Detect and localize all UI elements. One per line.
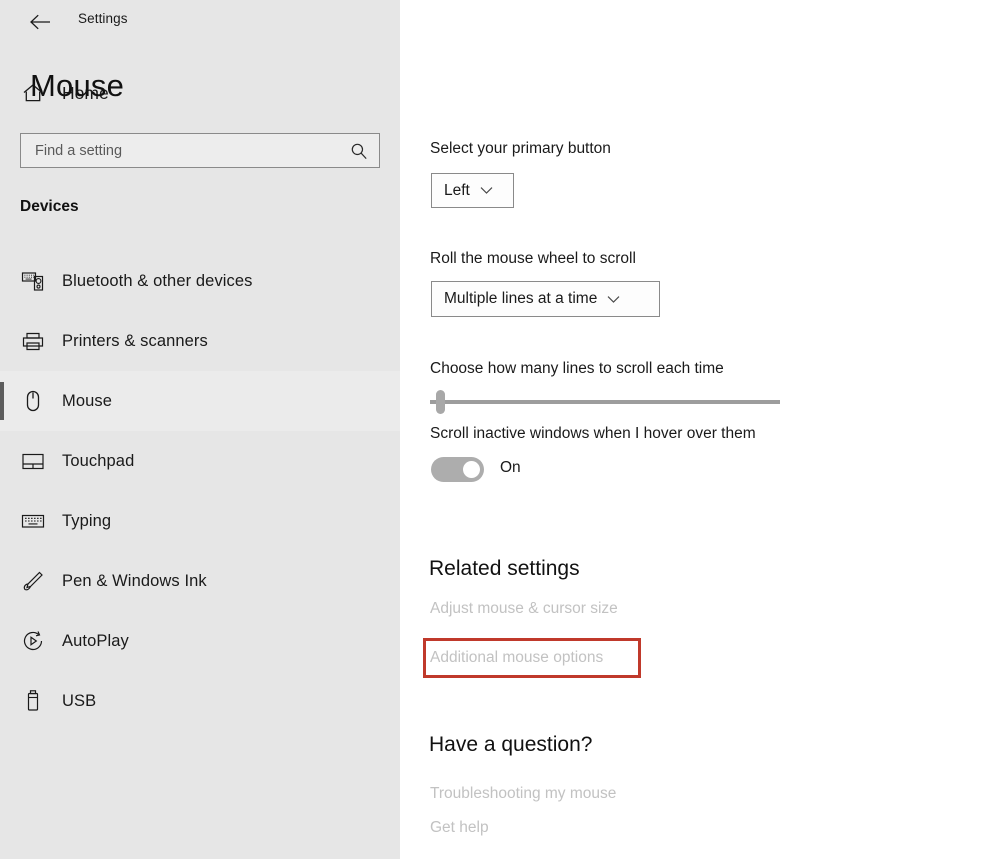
search-box[interactable] bbox=[20, 133, 380, 168]
sidebar-item-label: Typing bbox=[62, 511, 112, 530]
sidebar-item-label: USB bbox=[62, 691, 97, 710]
usb-icon bbox=[18, 689, 48, 713]
app-title: Settings bbox=[78, 11, 128, 26]
sidebar-item-label: Pen & Windows Ink bbox=[62, 571, 207, 590]
related-settings-heading: Related settings bbox=[429, 557, 580, 580]
bluetooth-devices-icon bbox=[18, 269, 48, 293]
sidebar-item-label: Mouse bbox=[62, 391, 113, 410]
keyboard-icon bbox=[18, 512, 48, 530]
sidebar-item-label: Printers & scanners bbox=[62, 331, 208, 350]
sidebar-item-autoplay[interactable]: AutoPlay bbox=[0, 611, 400, 671]
page-title: Mouse bbox=[30, 68, 125, 103]
sidebar-item-typing[interactable]: Typing bbox=[0, 491, 400, 551]
wheel-scroll-value: Multiple lines at a time bbox=[444, 290, 598, 307]
touchpad-icon bbox=[18, 451, 48, 471]
sidebar-section-devices: Devices bbox=[20, 198, 79, 215]
toggle-knob bbox=[463, 461, 480, 478]
sidebar-item-usb[interactable]: USB bbox=[0, 671, 400, 731]
sidebar-item-label: Bluetooth & other devices bbox=[62, 271, 253, 290]
primary-button-value: Left bbox=[444, 181, 470, 199]
slider-thumb[interactable] bbox=[436, 390, 445, 414]
sidebar-item-label: Touchpad bbox=[62, 451, 135, 470]
title-bar: Settings bbox=[0, 0, 400, 46]
mouse-icon bbox=[18, 389, 48, 413]
sidebar-item-printers-scanners[interactable]: Printers & scanners bbox=[0, 311, 400, 371]
chevron-down-icon bbox=[607, 295, 620, 304]
link-additional-mouse-options[interactable]: Additional mouse options bbox=[430, 649, 603, 667]
slider-track bbox=[430, 400, 780, 404]
autoplay-icon bbox=[18, 629, 48, 653]
have-a-question-heading: Have a question? bbox=[429, 733, 593, 756]
lines-to-scroll-slider[interactable] bbox=[430, 390, 780, 414]
sidebar-nav: Bluetooth & other devices Printers & sca… bbox=[0, 251, 400, 731]
sidebar-item-bluetooth-other-devices[interactable]: Bluetooth & other devices bbox=[0, 251, 400, 311]
lines-slider-label: Choose how many lines to scroll each tim… bbox=[430, 360, 724, 377]
inactive-scroll-state: On bbox=[500, 459, 521, 476]
settings-window: Settings Home Devices bbox=[0, 0, 993, 859]
sidebar-item-touchpad[interactable]: Touchpad bbox=[0, 431, 400, 491]
search-input[interactable] bbox=[21, 134, 339, 167]
pen-icon bbox=[18, 569, 48, 593]
search-icon[interactable] bbox=[339, 134, 379, 167]
printer-icon bbox=[18, 330, 48, 352]
primary-button-select[interactable]: Left bbox=[431, 173, 514, 208]
sidebar-item-label: AutoPlay bbox=[62, 631, 129, 650]
back-arrow-icon[interactable] bbox=[22, 6, 58, 38]
primary-button-label: Select your primary button bbox=[430, 140, 611, 157]
link-adjust-mouse-cursor-size[interactable]: Adjust mouse & cursor size bbox=[430, 600, 618, 618]
sidebar-item-pen-windows-ink[interactable]: Pen & Windows Ink bbox=[0, 551, 400, 611]
inactive-scroll-toggle[interactable] bbox=[431, 457, 484, 482]
chevron-down-icon bbox=[480, 186, 493, 195]
wheel-scroll-label: Roll the mouse wheel to scroll bbox=[430, 250, 636, 267]
link-troubleshooting-my-mouse[interactable]: Troubleshooting my mouse bbox=[430, 785, 616, 803]
inactive-scroll-label: Scroll inactive windows when I hover ove… bbox=[430, 425, 756, 442]
sidebar-item-mouse[interactable]: Mouse bbox=[0, 371, 400, 431]
sidebar: Settings Home Devices bbox=[0, 0, 400, 859]
link-get-help[interactable]: Get help bbox=[430, 819, 489, 837]
wheel-scroll-select[interactable]: Multiple lines at a time bbox=[431, 281, 660, 317]
